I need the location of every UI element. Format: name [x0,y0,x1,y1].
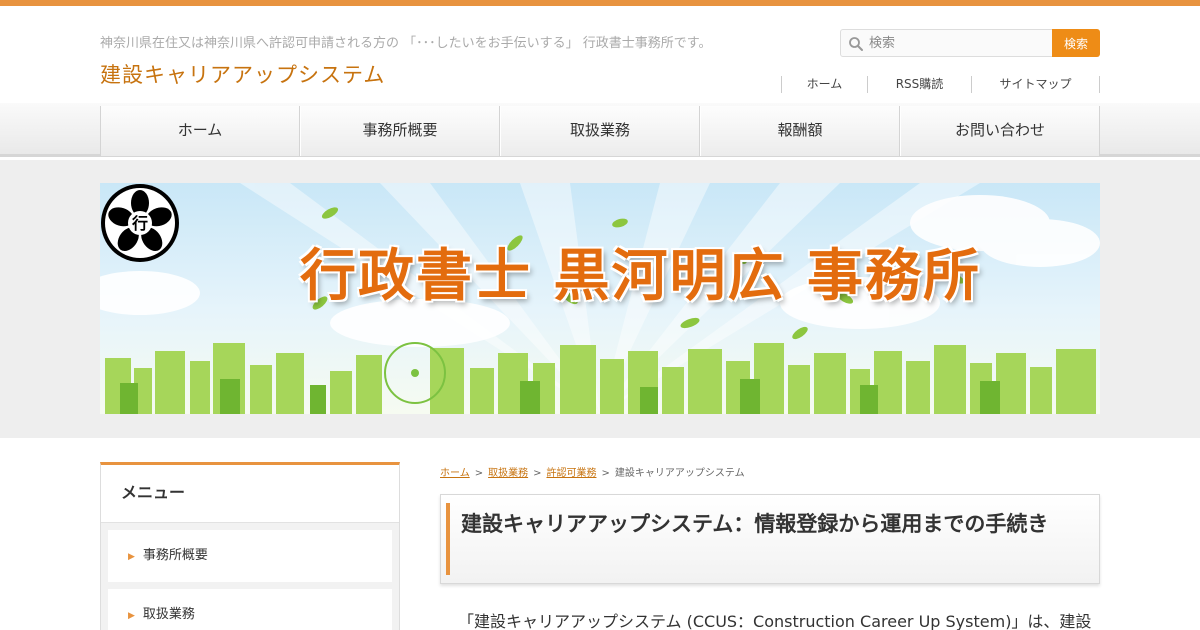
sidebar-item-label: 事務所概要 [142,548,208,563]
sidebar-item-label: 取扱業務 [142,607,195,622]
hero-section: 行 行政書士 黒河明広 事務所 [0,160,1200,438]
util-nav-sitemap[interactable]: サイトマップ [971,76,1100,93]
search-icon [849,37,863,51]
nav-item-home[interactable]: ホーム [100,106,300,156]
nav-item-services[interactable]: 取扱業務 [500,106,700,156]
site-title-link[interactable]: 建設キャリアアップシステム [100,59,385,89]
main-content: ホーム > 取扱業務 > 許認可業務 > 建設キャリアアップシステム 建設キャリアアップシス… [440,464,1100,630]
breadcrumb: ホーム > 取扱業務 > 許認可業務 > 建設キャリアアップシステム [440,464,1100,480]
util-nav-rss[interactable]: RSS購読 [867,76,971,93]
post-intro: 「建設キャリアアップシステム (CCUS：Construction Career… [458,612,1092,630]
breadcrumb-current: 建設キャリアアップシステム [614,468,745,479]
main-section: メニュー ▶ 事務所概要 ▶ 取扱業務 ホーム > 取扱業務 > 許認可業務 > 建設キャリアア… [0,438,1200,630]
title-accent-bar [446,503,450,575]
cherry-blossom-emblem: 行 [101,184,179,262]
triangle-right-icon: ▶ [128,611,135,621]
nav-item-contact[interactable]: お問い合わせ [900,106,1100,156]
utility-nav: ホーム RSS購読 サイトマップ [781,76,1100,93]
search-input[interactable] [869,30,1049,56]
sidebar-item-services[interactable]: ▶ 取扱業務 [108,589,392,630]
breadcrumb-services[interactable]: 取扱業務 [488,468,528,479]
global-nav: ホーム 事務所概要 取扱業務 報酬額 お問い合わせ [0,103,1200,157]
site-header: 神奈川県在住又は神奈川県へ許認可申請される方の 「･･･したいをお手伝いする」 … [0,6,1200,103]
search-form: 検索 [840,29,1100,57]
breadcrumb-separator: > [533,468,542,479]
triangle-right-icon: ▶ [128,552,135,562]
nav-item-office[interactable]: 事務所概要 [300,106,500,156]
breadcrumb-home[interactable]: ホーム [440,468,470,479]
breadcrumb-separator: > [474,468,484,479]
post-title: 建設キャリアアップシステム：情報登録から運用までの手続き [461,512,1049,536]
hero-banner: 行 行政書士 黒河明広 事務所 [100,183,1100,414]
nav-item-fees[interactable]: 報酬額 [700,106,900,156]
search-button[interactable]: 検索 [1052,29,1100,57]
sidebar-item-office[interactable]: ▶ 事務所概要 [108,530,392,582]
sidebar-menu: メニュー ▶ 事務所概要 ▶ 取扱業務 [100,462,400,630]
breadcrumb-permits[interactable]: 許認可業務 [546,468,596,479]
post-title-box: 建設キャリアアップシステム：情報登録から運用までの手続き [440,494,1100,584]
search-box [840,29,1053,57]
hero-office-name: 行政書士 黒河明広 事務所 [300,244,981,309]
global-nav-list: ホーム 事務所概要 取扱業務 報酬額 お問い合わせ [100,106,1100,156]
site-tagline: 神奈川県在住又は神奈川県へ許認可申請される方の 「･･･したいをお手伝いする」 … [100,36,712,51]
breadcrumb-separator: > [601,468,610,479]
sidebar-heading: メニュー [101,465,399,523]
util-nav-home[interactable]: ホーム [781,76,867,93]
emblem-text: 行 [131,214,148,233]
